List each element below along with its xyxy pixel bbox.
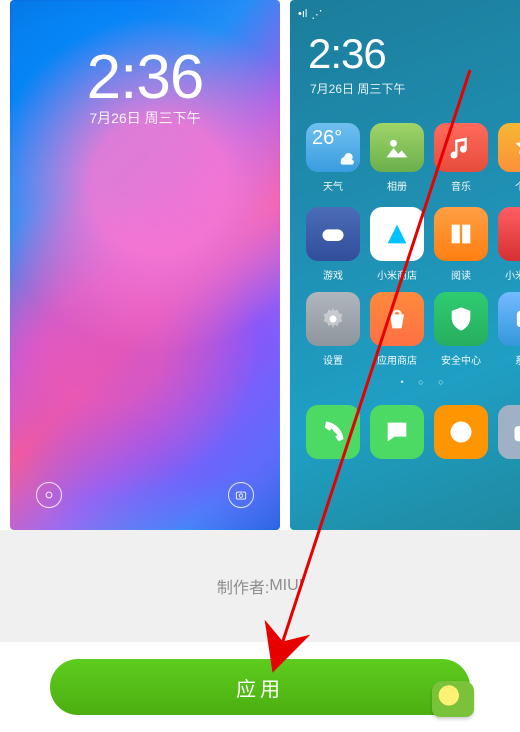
app-label: 相册 — [387, 178, 407, 193]
app-weather[interactable]: 26° 天气 — [306, 123, 360, 193]
app-label: 小米商店 — [377, 267, 417, 282]
app-grid: 游戏 小米商店 阅读 小米视频 设置 应用商店 安全中心 系统 — [306, 207, 520, 367]
music-icon — [434, 123, 488, 172]
app-appstore[interactable]: 应用商店 — [370, 292, 424, 367]
app-label: 应用商店 — [377, 352, 417, 367]
camera-icon[interactable] — [498, 405, 520, 459]
app-label: 设置 — [323, 352, 343, 367]
widget-row: 26° 天气 相册 音乐 个性 — [306, 123, 520, 193]
app-reader[interactable]: 阅读 — [434, 207, 488, 282]
lockscreen-time: 2:36 — [10, 42, 280, 113]
apply-bar: 应用 — [0, 642, 520, 732]
app-settings[interactable]: 设置 — [306, 292, 360, 367]
app-gallery[interactable]: 相册 — [370, 123, 424, 193]
gallery-icon — [370, 123, 424, 172]
personalize-icon — [498, 123, 520, 172]
wifi-icon: ⋰ — [311, 8, 322, 21]
lockscreen-date: 7月26日 周三下午 — [10, 108, 280, 128]
store-icon — [370, 207, 424, 261]
lockscreen-home-icon — [36, 482, 62, 508]
cell-signal-icon: •ıl — [298, 8, 307, 20]
messages-icon[interactable] — [370, 405, 424, 459]
browser-icon[interactable] — [434, 405, 488, 459]
video-icon — [498, 207, 520, 261]
shield-icon — [434, 292, 488, 346]
app-video[interactable]: 小米视频 — [498, 207, 520, 282]
system-icon — [498, 292, 520, 346]
app-label: 天气 — [323, 178, 343, 193]
gear-icon — [306, 292, 360, 346]
app-label: 阅读 — [451, 267, 471, 282]
author-strip: 制作者: MIUI — [0, 530, 520, 642]
lockscreen-camera-icon — [228, 482, 254, 508]
sticker-decoration — [432, 681, 474, 717]
theme-preview-row: 2:36 7月26日 周三下午 •ıl ⋰ ▮ 2:36 7月26日 周三下午 … — [0, 0, 520, 530]
app-label: 小米视频 — [505, 267, 520, 282]
author-value: MIUI — [269, 577, 303, 595]
author-label: 制作者: — [217, 574, 269, 598]
app-personalize[interactable]: 个性 — [498, 123, 520, 193]
app-security[interactable]: 安全中心 — [434, 292, 488, 367]
app-music[interactable]: 音乐 — [434, 123, 488, 193]
app-label: 系统 — [515, 352, 520, 367]
page-indicator: • ○ ○ — [290, 377, 520, 387]
app-label: 个性 — [515, 178, 520, 193]
phone-icon[interactable] — [306, 405, 360, 459]
game-icon — [306, 207, 360, 261]
lockscreen-preview[interactable]: 2:36 7月26日 周三下午 — [10, 0, 280, 530]
apply-button[interactable]: 应用 — [50, 659, 470, 715]
app-label: 音乐 — [451, 178, 471, 193]
appstore-icon — [370, 292, 424, 346]
status-bar: •ıl ⋰ ▮ — [290, 4, 520, 24]
app-system[interactable]: 系统 — [498, 292, 520, 367]
app-label: 游戏 — [323, 267, 343, 282]
homescreen-date: 7月26日 周三下午 — [310, 80, 520, 97]
weather-temp: 26° — [312, 127, 342, 150]
app-mi-store[interactable]: 小米商店 — [370, 207, 424, 282]
homescreen-time: 2:36 — [308, 30, 520, 78]
dock — [306, 405, 520, 459]
apply-button-label: 应用 — [236, 679, 284, 701]
app-games[interactable]: 游戏 — [306, 207, 360, 282]
app-label: 安全中心 — [441, 352, 481, 367]
read-icon — [434, 207, 488, 261]
homescreen-preview[interactable]: •ıl ⋰ ▮ 2:36 7月26日 周三下午 26° 天气 相册 音乐 — [290, 0, 520, 530]
